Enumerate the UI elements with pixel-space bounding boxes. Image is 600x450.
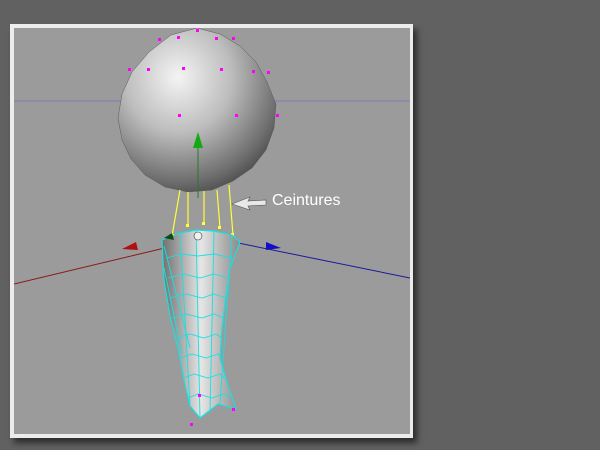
z-axis-arrow-icon	[266, 242, 281, 250]
ceinture-links	[171, 184, 234, 237]
3d-viewport[interactable]: Ceintures	[14, 28, 410, 434]
screenshot-background: Ceintures	[0, 0, 600, 450]
scene-canvas[interactable]: Ceintures	[14, 28, 410, 434]
x-axis-arrow-icon	[122, 242, 138, 250]
callout-label: Ceintures	[272, 192, 340, 209]
ceintures-callout: Ceintures	[231, 192, 340, 211]
callout-arrow-icon	[231, 196, 267, 211]
sphere-object[interactable]	[117, 28, 279, 198]
deformed-mesh-object[interactable]	[161, 229, 241, 426]
